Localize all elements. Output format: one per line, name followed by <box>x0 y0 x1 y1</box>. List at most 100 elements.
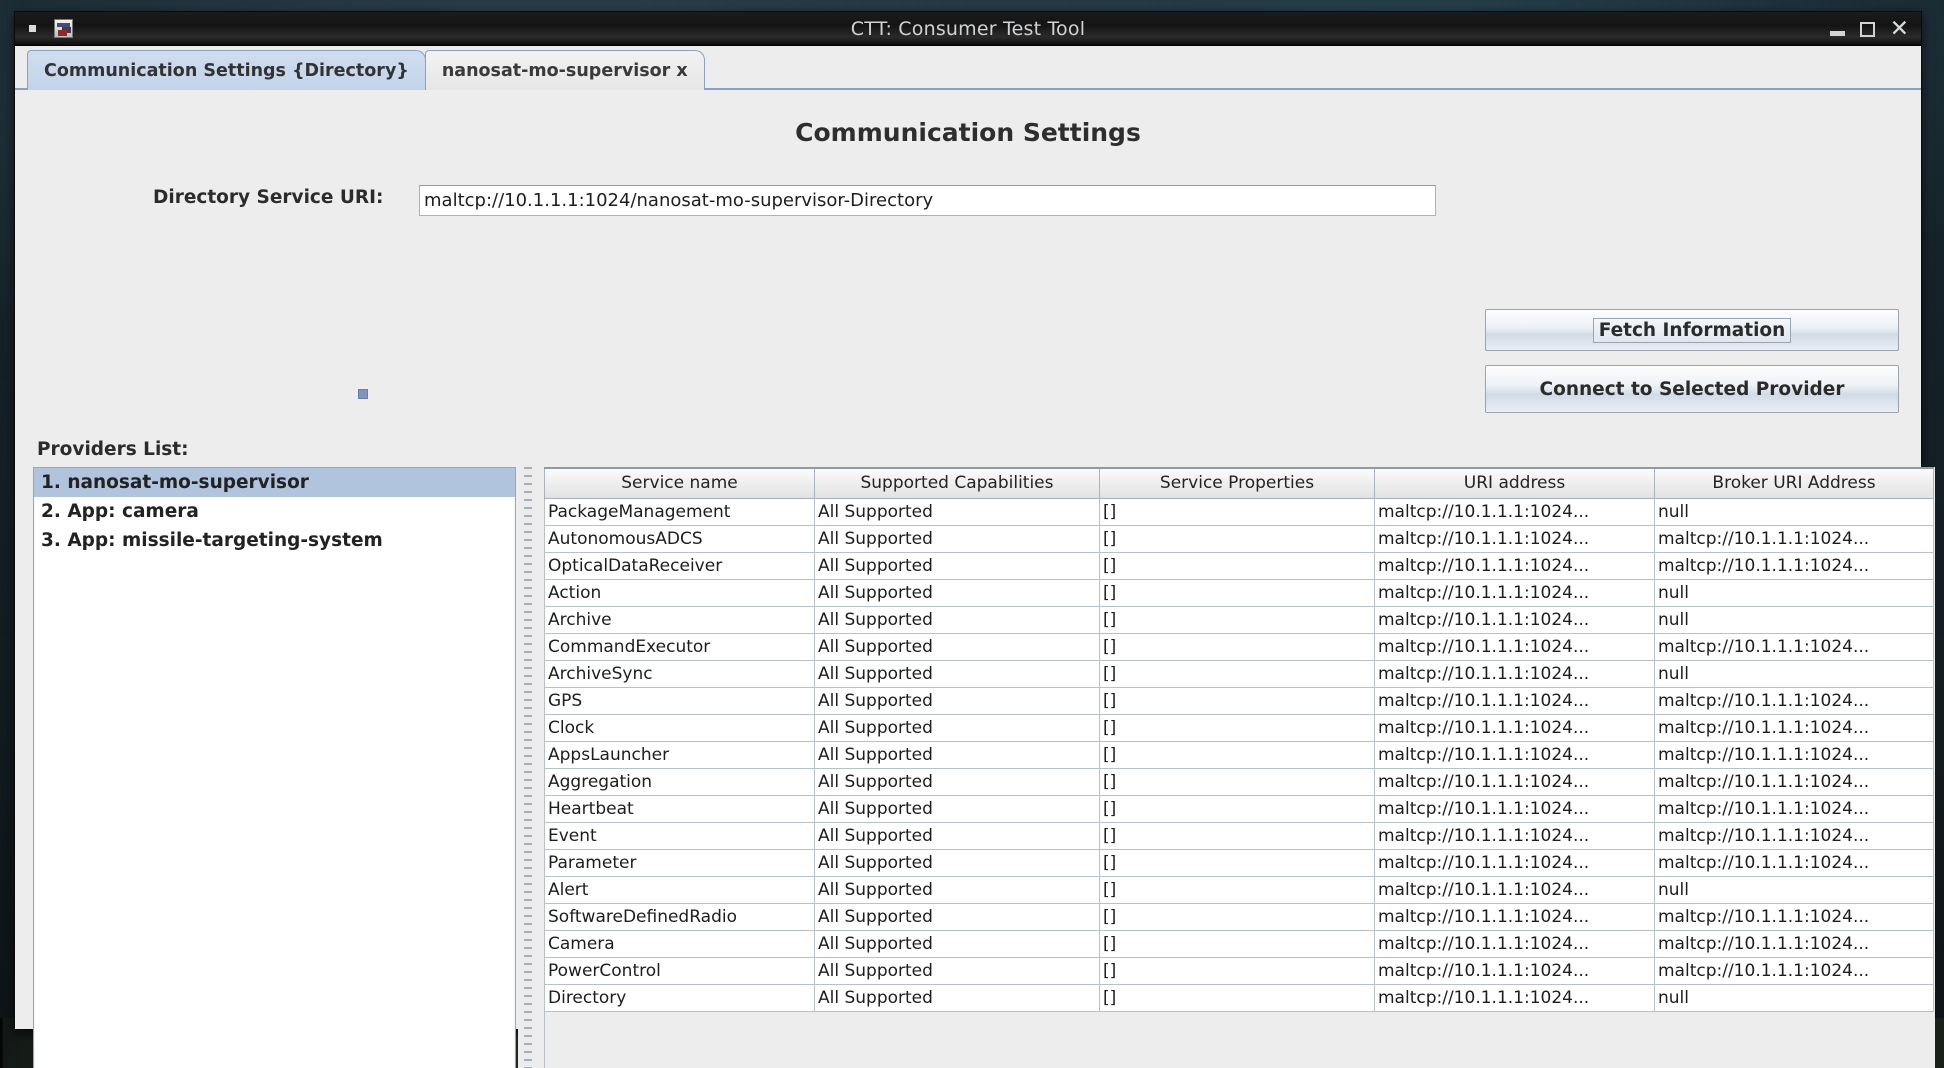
table-row[interactable]: SoftwareDefinedRadio All Supported[] maltc… <box>544 902 1934 931</box>
table-cell: All Supported <box>814 578 1100 607</box>
table-cell: [] <box>1099 659 1375 688</box>
window-title: CTT: Consumer Test Tool <box>850 17 1086 40</box>
table-row[interactable]: Heartbeat All Supported[] maltcp://10.1.1.… <box>544 794 1934 823</box>
directory-uri-row: Directory Service URI: <box>15 185 1921 217</box>
table-row[interactable]: AppsLauncher All Supported[] maltcp://10.1… <box>544 740 1934 769</box>
table-cell: maltcp://10.1.1.1:1024... <box>1374 848 1655 877</box>
fetch-information-button[interactable]: Fetch Information <box>1485 309 1899 351</box>
tab-label: nanosat-mo-supervisor x <box>441 60 688 81</box>
connect-label: Connect to Selected Provider <box>1539 378 1845 400</box>
table-row[interactable]: Aggregation All Supported[] maltcp://10.1.… <box>544 767 1934 796</box>
table-cell: maltcp://10.1.1.1:1024... <box>1374 902 1655 931</box>
table-cell: All Supported <box>814 632 1100 661</box>
table-cell: maltcp://10.1.1.1:1024... <box>1374 578 1655 607</box>
list-item[interactable]: 3. App: missile-targeting-system <box>34 526 515 555</box>
table-cell: Event <box>544 821 815 850</box>
table-cell: SoftwareDefinedRadio <box>544 902 815 931</box>
services-table-body: PackageManagement All Supported[] maltcp:/… <box>544 497 1934 1012</box>
table-row[interactable]: Event All Supported[] maltcp://10.1.1.1:10… <box>544 821 1934 850</box>
table-cell: maltcp://10.1.1.1:1024... <box>1654 956 1934 985</box>
table-cell: null <box>1654 659 1934 688</box>
tab-strip: Communication Settings {Directory} nanos… <box>15 46 1921 90</box>
window-controls: ✕ <box>1829 12 1909 46</box>
table-cell: maltcp://10.1.1.1:1024... <box>1374 551 1655 580</box>
column-header-supported-capabilities[interactable]: Supported Capabilities <box>814 467 1100 499</box>
table-cell: Parameter <box>544 848 815 877</box>
minimize-icon[interactable] <box>1829 30 1845 36</box>
table-cell: GPS <box>544 686 815 715</box>
connect-to-selected-provider-button[interactable]: Connect to Selected Provider <box>1485 365 1899 413</box>
table-cell: maltcp://10.1.1.1:1024... <box>1374 767 1655 796</box>
table-cell: All Supported <box>814 713 1100 742</box>
window-titlebar[interactable]: CTT: Consumer Test Tool ✕ <box>15 12 1921 46</box>
status-marker <box>358 389 368 399</box>
table-cell: All Supported <box>814 551 1100 580</box>
table-cell: null <box>1654 983 1934 1012</box>
table-row[interactable]: Camera All Supported[] maltcp://10.1.1.1:1… <box>544 929 1934 958</box>
table-cell: maltcp://10.1.1.1:1024... <box>1654 794 1934 823</box>
table-cell: maltcp://10.1.1.1:1024... <box>1374 875 1655 904</box>
table-cell: [] <box>1099 767 1375 796</box>
table-row[interactable]: Archive All Supported[] maltcp://10.1.1.1:… <box>544 605 1934 634</box>
table-row[interactable]: PowerControl All Supported[] maltcp://10.1… <box>544 956 1934 985</box>
maximize-icon[interactable] <box>1859 21 1875 37</box>
table-cell: maltcp://10.1.1.1:1024... <box>1374 605 1655 634</box>
table-cell: PackageManagement <box>544 497 815 526</box>
table-cell: [] <box>1099 524 1375 553</box>
table-row[interactable]: Clock All Supported[] maltcp://10.1.1.1:10… <box>544 713 1934 742</box>
table-cell: maltcp://10.1.1.1:1024... <box>1374 929 1655 958</box>
table-cell: [] <box>1099 497 1375 526</box>
list-item-label: 1. nanosat-mo-supervisor <box>41 472 309 493</box>
table-cell: All Supported <box>814 956 1100 985</box>
table-cell: maltcp://10.1.1.1:1024... <box>1374 794 1655 823</box>
list-item[interactable]: 2. App: camera <box>34 497 515 526</box>
table-cell: maltcp://10.1.1.1:1024... <box>1654 929 1934 958</box>
table-cell: All Supported <box>814 902 1100 931</box>
table-cell: maltcp://10.1.1.1:1024... <box>1374 713 1655 742</box>
table-cell: [] <box>1099 713 1375 742</box>
table-cell: maltcp://10.1.1.1:1024... <box>1654 524 1934 553</box>
table-row[interactable]: CommandExecutor All Supported[] maltcp://1… <box>544 632 1934 661</box>
tab-communication-settings[interactable]: Communication Settings {Directory} <box>27 50 426 90</box>
column-header-broker-uri-address[interactable]: Broker URI Address <box>1654 467 1934 499</box>
tab-nanosat-mo-supervisor[interactable]: nanosat-mo-supervisor x <box>424 50 705 90</box>
table-cell: Action <box>544 578 815 607</box>
table-row[interactable]: Alert All Supported[] maltcp://10.1.1.1:10… <box>544 875 1934 904</box>
column-header-service-properties[interactable]: Service Properties <box>1099 467 1375 499</box>
services-table-panel: Service name Supported Capabilities Serv… <box>544 467 1935 1068</box>
table-row[interactable]: Parameter All Supported[] maltcp://10.1.1.… <box>544 848 1934 877</box>
table-cell: All Supported <box>814 605 1100 634</box>
split-pane-divider[interactable] <box>518 467 544 1068</box>
table-cell: All Supported <box>814 983 1100 1012</box>
table-cell: [] <box>1099 848 1375 877</box>
table-row[interactable]: ArchiveSync All Supported[] maltcp://10.1.… <box>544 659 1934 688</box>
directory-uri-input[interactable] <box>419 185 1436 216</box>
table-cell: All Supported <box>814 929 1100 958</box>
providers-list[interactable]: 1. nanosat-mo-supervisor 2. App: camera … <box>33 467 516 1068</box>
table-row[interactable]: AutonomousADCS All Supported[] maltcp://10… <box>544 524 1934 553</box>
table-cell: [] <box>1099 632 1375 661</box>
table-row[interactable]: Directory All Supported[] maltcp://10.1.1.… <box>544 983 1934 1012</box>
table-cell: maltcp://10.1.1.1:1024... <box>1654 821 1934 850</box>
table-cell: [] <box>1099 875 1375 904</box>
table-cell: maltcp://10.1.1.1:1024... <box>1374 740 1655 769</box>
table-cell: [] <box>1099 686 1375 715</box>
table-cell: All Supported <box>814 875 1100 904</box>
table-row[interactable]: GPS All Supported[] maltcp://10.1.1.1:1024… <box>544 686 1934 715</box>
table-cell: maltcp://10.1.1.1:1024... <box>1654 632 1934 661</box>
table-row[interactable]: PackageManagement All Supported[] maltcp:/… <box>544 497 1934 526</box>
list-item[interactable]: 1. nanosat-mo-supervisor <box>34 468 515 497</box>
table-header-row: Service name Supported Capabilities Serv… <box>544 467 1934 499</box>
table-cell: Directory <box>544 983 815 1012</box>
column-header-service-name[interactable]: Service name <box>544 467 815 499</box>
close-icon[interactable]: ✕ <box>1890 17 1909 40</box>
table-cell: [] <box>1099 956 1375 985</box>
table-row[interactable]: Action All Supported[] maltcp://10.1.1.1:1… <box>544 578 1934 607</box>
table-cell: AutonomousADCS <box>544 524 815 553</box>
table-cell: All Supported <box>814 659 1100 688</box>
table-cell: All Supported <box>814 821 1100 850</box>
column-header-uri-address[interactable]: URI address <box>1374 467 1655 499</box>
list-item-label: 3. App: missile-targeting-system <box>41 530 383 551</box>
table-row[interactable]: OpticalDataReceiver All Supported[] maltcp… <box>544 551 1934 580</box>
table-cell: null <box>1654 578 1934 607</box>
